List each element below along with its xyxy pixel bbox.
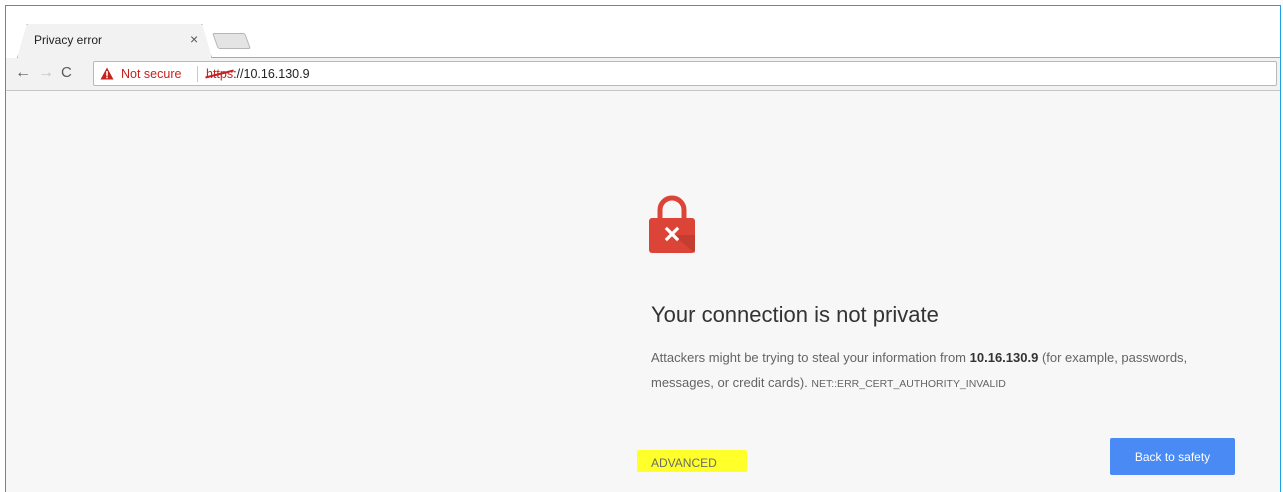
message-text-start: Attackers might be trying to steal your … — [651, 350, 970, 365]
url-scheme: https — [206, 67, 234, 81]
error-description: Attackers might be trying to steal your … — [651, 345, 1211, 397]
address-divider — [197, 66, 198, 82]
interstitial-page: Your connection is not private Attackers… — [6, 92, 1280, 492]
security-status-label[interactable]: Not secure — [121, 67, 181, 81]
back-to-safety-button[interactable]: Back to safety — [1110, 438, 1235, 475]
forward-arrow-icon[interactable]: → — [38, 64, 54, 82]
address-bar[interactable]: Not secure https://10.16.130.9 — [93, 61, 1277, 86]
tab-strip: Privacy error × — [6, 6, 1280, 58]
browser-window: Privacy error × ← → C Not secure https:/… — [5, 5, 1281, 492]
tab-title: Privacy error — [34, 33, 103, 47]
url-text[interactable]: https://10.16.130.9 — [206, 67, 310, 81]
toolbar: ← → C Not secure https://10.16.130.9 — [6, 58, 1280, 91]
host-name: 10.16.130.9 — [969, 350, 1039, 365]
broken-lock-icon — [649, 195, 695, 253]
error-code[interactable]: NET::ERR_CERT_AUTHORITY_INVALID — [811, 378, 1006, 390]
warning-triangle-icon[interactable] — [100, 67, 114, 80]
tab-close-icon[interactable]: × — [190, 31, 198, 47]
advanced-button[interactable]: ADVANCED — [651, 456, 717, 470]
new-tab-button[interactable] — [212, 33, 251, 49]
url-host: ://10.16.130.9 — [233, 67, 310, 81]
back-arrow-icon[interactable]: ← — [15, 64, 31, 82]
page-heading: Your connection is not private — [651, 302, 939, 327]
reload-icon[interactable]: C — [61, 64, 72, 82]
